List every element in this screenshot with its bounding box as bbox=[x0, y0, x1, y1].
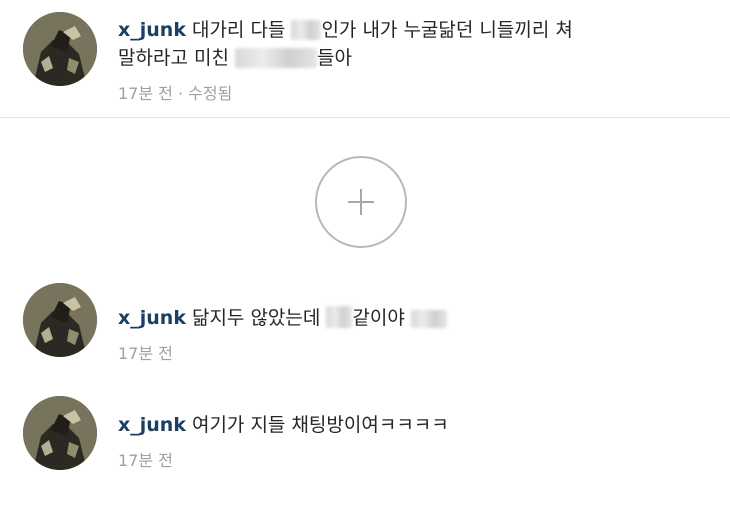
comment-body: x_junk 여기가 지들 채팅방이여ㅋㅋㅋㅋ 17분 전 bbox=[118, 411, 710, 471]
censored-text bbox=[291, 20, 322, 40]
plus-icon bbox=[348, 189, 374, 215]
comment-text-part: 말하라고 미친 bbox=[118, 47, 235, 69]
comment-text-part: 인가 내가 누굴닮던 니들끼리 쳐 bbox=[321, 19, 573, 41]
load-more-button[interactable] bbox=[315, 156, 407, 248]
comment-text: x_junk 대가리 다들 인가 내가 누굴닮던 니들끼리 쳐말하라고 미친 들아 bbox=[118, 16, 710, 72]
censored-text bbox=[326, 306, 353, 328]
avatar[interactable] bbox=[23, 12, 97, 86]
username-link[interactable]: x_junk bbox=[118, 307, 186, 329]
comment-body: x_junk 닮지두 않았는데 같이야 17분 전 bbox=[118, 304, 710, 364]
comment-text-part: 같이야 bbox=[352, 307, 411, 329]
comment-text-part: 들아 bbox=[316, 47, 352, 69]
censored-text bbox=[410, 310, 447, 328]
avatar-image bbox=[23, 12, 97, 86]
comment-text: x_junk 닮지두 않았는데 같이야 bbox=[118, 304, 710, 332]
comment-body: x_junk 대가리 다들 인가 내가 누굴닮던 니들끼리 쳐말하라고 미친 들아… bbox=[118, 16, 710, 104]
comment-text-part: 닮지두 않았는데 bbox=[191, 307, 327, 329]
comments-screen: x_junk 대가리 다들 인가 내가 누굴닮던 니들끼리 쳐 말하라고 미친 들아… bbox=[0, 0, 730, 507]
comment-timestamp: 17분 전 bbox=[118, 451, 173, 470]
comment-timestamp: 17분 전 bbox=[118, 344, 173, 363]
avatar[interactable] bbox=[23, 396, 97, 470]
avatar[interactable] bbox=[23, 283, 97, 357]
divider bbox=[0, 117, 730, 118]
comment-timestamp: 17분 전 · 수정됨 bbox=[118, 84, 233, 103]
username-link[interactable]: x_junk bbox=[118, 414, 186, 436]
avatar-image bbox=[23, 396, 97, 470]
username-link[interactable]: x_junk bbox=[118, 19, 186, 41]
censored-text bbox=[234, 48, 317, 68]
comment-text-part: 대가리 다들 bbox=[191, 19, 292, 41]
avatar-image bbox=[23, 283, 97, 357]
comment-text-part: 여기가 지들 채팅방이여ㅋㅋㅋㅋ bbox=[191, 414, 449, 436]
comment-text: x_junk 여기가 지들 채팅방이여ㅋㅋㅋㅋ bbox=[118, 411, 710, 439]
